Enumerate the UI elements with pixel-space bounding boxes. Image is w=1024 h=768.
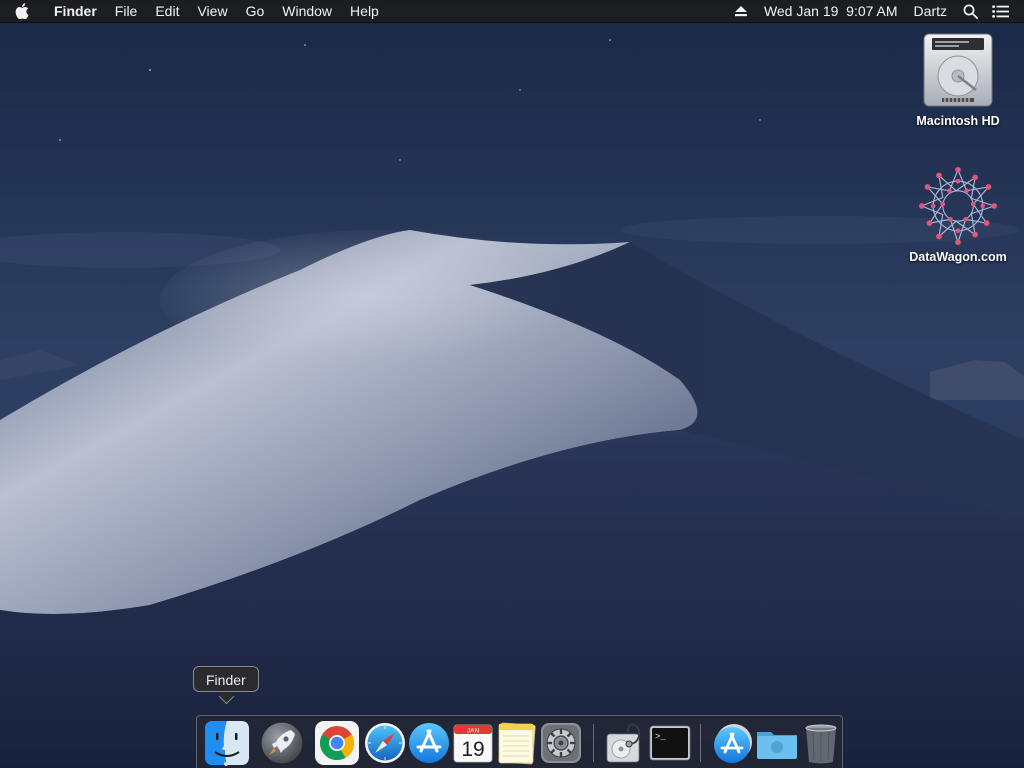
dock-item-calendar[interactable]: JAN 19 — [450, 720, 494, 764]
app-store-icon — [409, 723, 449, 763]
dock-item-safari[interactable] — [362, 720, 406, 764]
menu-file[interactable]: File — [106, 0, 147, 22]
dock-item-launchpad[interactable] — [259, 720, 304, 765]
menu-bar: Finder File Edit View Go Window Help Wed… — [0, 0, 1024, 23]
dock-item-folder[interactable] — [754, 720, 798, 764]
trash-icon — [805, 724, 837, 764]
chrome-icon — [315, 721, 359, 765]
rocket-icon — [260, 721, 304, 765]
folder-icon — [757, 732, 797, 759]
dock-item-notes[interactable] — [494, 720, 538, 765]
dock-item-app-store[interactable] — [406, 720, 450, 764]
finder-icon — [205, 721, 249, 765]
menu-view[interactable]: View — [188, 0, 236, 22]
menu-edit[interactable]: Edit — [146, 0, 188, 22]
dock-item-trash[interactable] — [798, 720, 842, 764]
dock: JAN 19 >_ — [196, 715, 843, 768]
calendar-icon: JAN 19 — [453, 724, 493, 763]
terminal-icon: >_ — [649, 725, 691, 761]
desktop-icon-macintosh-hd[interactable]: Macintosh HD — [903, 30, 1013, 128]
notification-center-icon[interactable] — [985, 0, 1024, 22]
dock-item-system-preferences[interactable] — [538, 720, 582, 764]
menu-go[interactable]: Go — [237, 0, 274, 22]
menu-app-name[interactable]: Finder — [44, 0, 106, 22]
terminal-prompt: >_ — [655, 732, 666, 742]
calendar-day: 19 — [461, 738, 484, 761]
desktop-icon-label: Macintosh HD — [916, 114, 1000, 128]
network-mesh-icon — [918, 166, 998, 246]
hard-drive-icon — [918, 30, 998, 110]
dock-tooltip: Finder — [193, 666, 259, 692]
dock-separator — [700, 724, 701, 762]
calendar-month: JAN — [467, 728, 480, 735]
desktop-icon-label: DataWagon.com — [909, 250, 1007, 264]
dock-item-finder[interactable] — [204, 720, 249, 765]
desktop-icon-datawagon[interactable]: DataWagon.com — [903, 166, 1013, 264]
menu-bar-left: Finder File Edit View Go Window Help — [0, 0, 388, 22]
dock-item-terminal[interactable]: >_ — [647, 720, 691, 764]
eject-icon[interactable] — [726, 0, 756, 22]
menu-help[interactable]: Help — [341, 0, 388, 22]
dock-item-chrome[interactable] — [314, 720, 359, 765]
compass-icon — [365, 723, 405, 763]
menu-user[interactable]: Dartz — [906, 0, 955, 22]
menu-window[interactable]: Window — [273, 0, 341, 22]
desktop-wallpaper — [0, 0, 1024, 768]
spotlight-search-icon[interactable] — [955, 0, 985, 22]
apple-menu-icon[interactable] — [0, 0, 44, 22]
menu-bar-right: Wed Jan 19 9:07 AM Dartz — [726, 0, 1024, 22]
menu-clock[interactable]: Wed Jan 19 9:07 AM — [756, 0, 906, 22]
gear-icon — [541, 723, 581, 763]
downloads-icon — [714, 724, 752, 763]
notes-icon — [498, 722, 536, 765]
running-indicator — [224, 762, 228, 766]
disk-utility-icon — [606, 723, 641, 763]
dock-item-downloads[interactable] — [709, 720, 753, 764]
dock-item-disk-utility[interactable] — [601, 720, 645, 764]
dock-separator — [593, 724, 594, 762]
